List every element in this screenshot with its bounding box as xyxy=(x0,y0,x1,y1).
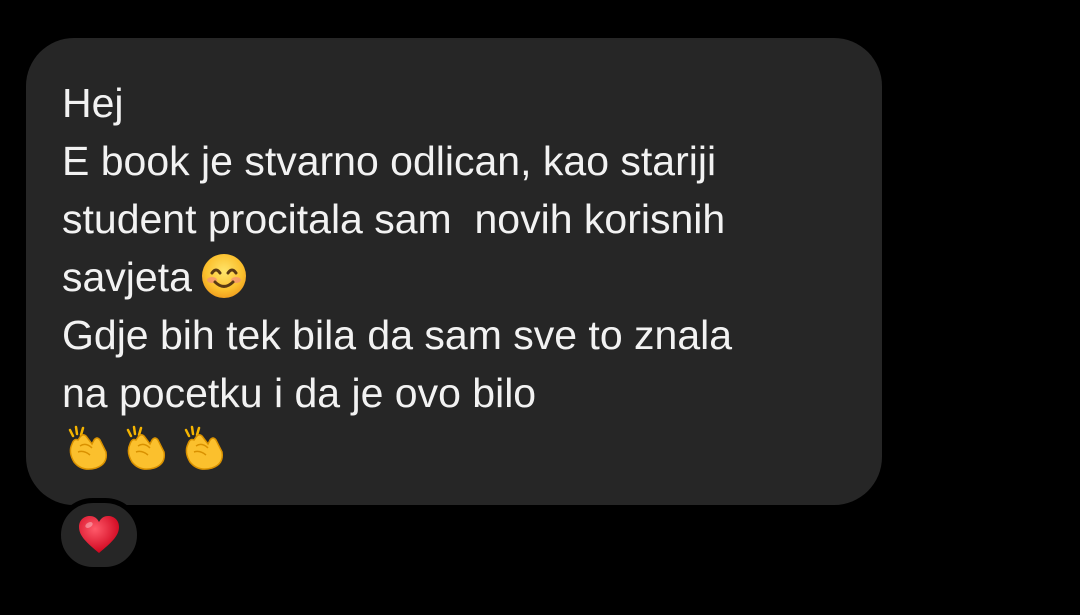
message-bubble[interactable]: Hej E book je stvarno odlican, kao stari… xyxy=(26,38,882,505)
message-line-2: E book je stvarno odlican, kao stariji xyxy=(62,138,717,184)
heart-reaction-badge[interactable] xyxy=(56,498,142,572)
message-line-6: na pocetku i da je ovo bilo xyxy=(62,370,537,416)
message-line-5: Gdje bih tek bila da sam sve to znala xyxy=(62,312,733,358)
message-line-4-container: savjeta xyxy=(62,248,846,306)
message-line-3: student procitala sam novih korisnih xyxy=(62,196,726,242)
message-line-4: savjeta xyxy=(62,254,192,300)
smiling-face-emoji-icon xyxy=(201,254,246,299)
clapping-hands-icon xyxy=(126,425,166,470)
clapping-emoji-row xyxy=(62,420,846,476)
clapping-hands-icon xyxy=(184,425,224,470)
red-heart-icon xyxy=(79,516,119,553)
message-line-1: Hej xyxy=(62,80,124,126)
clapping-hands-icon xyxy=(68,425,108,470)
